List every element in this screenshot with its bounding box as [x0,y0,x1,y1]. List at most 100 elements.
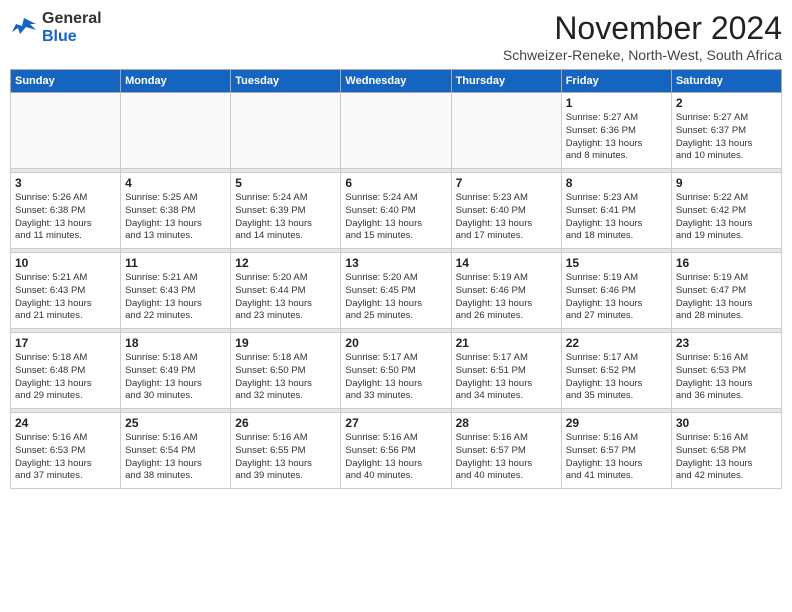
day-number: 18 [125,336,226,350]
calendar-cell: 25 Sunrise: 5:16 AM Sunset: 6:54 PM Dayli… [121,413,231,489]
day-info: Sunrise: 5:16 AM Sunset: 6:58 PM Dayligh… [676,432,777,483]
day-number: 17 [15,336,116,350]
day-info: Sunrise: 5:19 AM Sunset: 6:46 PM Dayligh… [456,272,557,323]
calendar-cell: 8 Sunrise: 5:23 AM Sunset: 6:41 PM Daylig… [561,173,671,249]
day-number: 8 [566,176,667,190]
calendar-cell: 23 Sunrise: 5:16 AM Sunset: 6:53 PM Dayli… [671,333,781,409]
day-number: 7 [456,176,557,190]
day-info: Sunrise: 5:17 AM Sunset: 6:52 PM Dayligh… [566,352,667,403]
calendar-cell: 16 Sunrise: 5:19 AM Sunset: 6:47 PM Dayli… [671,253,781,329]
day-info: Sunrise: 5:16 AM Sunset: 6:57 PM Dayligh… [566,432,667,483]
day-number: 29 [566,416,667,430]
day-number: 21 [456,336,557,350]
day-info: Sunrise: 5:17 AM Sunset: 6:50 PM Dayligh… [345,352,446,403]
calendar-cell: 7 Sunrise: 5:23 AM Sunset: 6:40 PM Daylig… [451,173,561,249]
calendar-table: SundayMondayTuesdayWednesdayThursdayFrid… [10,69,782,489]
day-number: 28 [456,416,557,430]
day-info: Sunrise: 5:16 AM Sunset: 6:55 PM Dayligh… [235,432,336,483]
logo-text: General Blue [42,10,102,45]
weekday-header: Tuesday [231,70,341,93]
calendar-cell [451,93,561,169]
calendar-cell: 26 Sunrise: 5:16 AM Sunset: 6:55 PM Dayli… [231,413,341,489]
day-number: 11 [125,256,226,270]
day-info: Sunrise: 5:25 AM Sunset: 6:38 PM Dayligh… [125,192,226,243]
title-block: November 2024 Schweizer-Reneke, North-We… [503,10,782,63]
calendar-week-row: 10Sunrise: 5:21 AM Sunset: 6:43 PM Dayli… [11,253,782,329]
weekday-header: Sunday [11,70,121,93]
calendar-cell: 10Sunrise: 5:21 AM Sunset: 6:43 PM Dayli… [11,253,121,329]
calendar-cell: 9 Sunrise: 5:22 AM Sunset: 6:42 PM Daylig… [671,173,781,249]
day-number: 5 [235,176,336,190]
calendar-cell: 13 Sunrise: 5:20 AM Sunset: 6:45 PM Dayli… [341,253,451,329]
day-info: Sunrise: 5:19 AM Sunset: 6:47 PM Dayligh… [676,272,777,323]
day-info: Sunrise: 5:24 AM Sunset: 6:39 PM Dayligh… [235,192,336,243]
calendar-cell: 30 Sunrise: 5:16 AM Sunset: 6:58 PM Dayli… [671,413,781,489]
calendar-cell: 14 Sunrise: 5:19 AM Sunset: 6:46 PM Dayli… [451,253,561,329]
day-info: Sunrise: 5:21 AM Sunset: 6:43 PM Dayligh… [15,272,116,323]
month-title: November 2024 [503,10,782,47]
calendar-week-row: 3Sunrise: 5:26 AM Sunset: 6:38 PM Daylig… [11,173,782,249]
weekday-header: Friday [561,70,671,93]
day-number: 3 [15,176,116,190]
day-number: 25 [125,416,226,430]
day-number: 15 [566,256,667,270]
calendar-cell: 3Sunrise: 5:26 AM Sunset: 6:38 PM Daylig… [11,173,121,249]
day-info: Sunrise: 5:16 AM Sunset: 6:56 PM Dayligh… [345,432,446,483]
day-number: 13 [345,256,446,270]
calendar-cell: 12Sunrise: 5:20 AM Sunset: 6:44 PM Dayli… [231,253,341,329]
logo-icon [10,14,38,42]
calendar-week-row: 17 Sunrise: 5:18 AM Sunset: 6:48 PM Dayli… [11,333,782,409]
day-info: Sunrise: 5:16 AM Sunset: 6:53 PM Dayligh… [676,352,777,403]
day-info: Sunrise: 5:19 AM Sunset: 6:46 PM Dayligh… [566,272,667,323]
day-number: 24 [15,416,116,430]
day-info: Sunrise: 5:21 AM Sunset: 6:43 PM Dayligh… [125,272,226,323]
calendar-cell: 21 Sunrise: 5:17 AM Sunset: 6:51 PM Dayli… [451,333,561,409]
weekday-header-row: SundayMondayTuesdayWednesdayThursdayFrid… [11,70,782,93]
calendar-cell: 2 Sunrise: 5:27 AM Sunset: 6:37 PM Daylig… [671,93,781,169]
calendar-cell: 28 Sunrise: 5:16 AM Sunset: 6:57 PM Dayli… [451,413,561,489]
day-number: 23 [676,336,777,350]
day-info: Sunrise: 5:27 AM Sunset: 6:37 PM Dayligh… [676,112,777,163]
day-info: Sunrise: 5:17 AM Sunset: 6:51 PM Dayligh… [456,352,557,403]
calendar-cell: 11 Sunrise: 5:21 AM Sunset: 6:43 PM Dayli… [121,253,231,329]
day-info: Sunrise: 5:23 AM Sunset: 6:40 PM Dayligh… [456,192,557,243]
day-info: Sunrise: 5:22 AM Sunset: 6:42 PM Dayligh… [676,192,777,243]
calendar-cell: 29 Sunrise: 5:16 AM Sunset: 6:57 PM Dayli… [561,413,671,489]
calendar-cell: 4 Sunrise: 5:25 AM Sunset: 6:38 PM Daylig… [121,173,231,249]
calendar-cell: 6 Sunrise: 5:24 AM Sunset: 6:40 PM Daylig… [341,173,451,249]
day-number: 1 [566,96,667,110]
day-info: Sunrise: 5:20 AM Sunset: 6:44 PM Dayligh… [235,272,336,323]
day-number: 6 [345,176,446,190]
day-info: Sunrise: 5:24 AM Sunset: 6:40 PM Dayligh… [345,192,446,243]
day-info: Sunrise: 5:16 AM Sunset: 6:53 PM Dayligh… [15,432,116,483]
day-number: 22 [566,336,667,350]
calendar-week-row: 1Sunrise: 5:27 AM Sunset: 6:36 PM Daylig… [11,93,782,169]
day-number: 26 [235,416,336,430]
day-number: 16 [676,256,777,270]
day-number: 19 [235,336,336,350]
day-number: 9 [676,176,777,190]
calendar-cell: 17 Sunrise: 5:18 AM Sunset: 6:48 PM Dayli… [11,333,121,409]
weekday-header: Wednesday [341,70,451,93]
calendar-cell: 24 Sunrise: 5:16 AM Sunset: 6:53 PM Dayli… [11,413,121,489]
day-info: Sunrise: 5:18 AM Sunset: 6:48 PM Dayligh… [15,352,116,403]
day-number: 30 [676,416,777,430]
weekday-header: Saturday [671,70,781,93]
calendar-cell [11,93,121,169]
day-number: 20 [345,336,446,350]
calendar-cell: 18Sunrise: 5:18 AM Sunset: 6:49 PM Dayli… [121,333,231,409]
day-info: Sunrise: 5:16 AM Sunset: 6:57 PM Dayligh… [456,432,557,483]
calendar-cell: 27 Sunrise: 5:16 AM Sunset: 6:56 PM Dayli… [341,413,451,489]
day-info: Sunrise: 5:16 AM Sunset: 6:54 PM Dayligh… [125,432,226,483]
calendar-cell: 1Sunrise: 5:27 AM Sunset: 6:36 PM Daylig… [561,93,671,169]
calendar-cell [231,93,341,169]
day-number: 14 [456,256,557,270]
day-info: Sunrise: 5:20 AM Sunset: 6:45 PM Dayligh… [345,272,446,323]
calendar-cell: 15 Sunrise: 5:19 AM Sunset: 6:46 PM Dayli… [561,253,671,329]
day-number: 2 [676,96,777,110]
day-number: 4 [125,176,226,190]
day-number: 27 [345,416,446,430]
location-subtitle: Schweizer-Reneke, North-West, South Afri… [503,47,782,63]
calendar-cell: 20 Sunrise: 5:17 AM Sunset: 6:50 PM Dayli… [341,333,451,409]
day-info: Sunrise: 5:23 AM Sunset: 6:41 PM Dayligh… [566,192,667,243]
